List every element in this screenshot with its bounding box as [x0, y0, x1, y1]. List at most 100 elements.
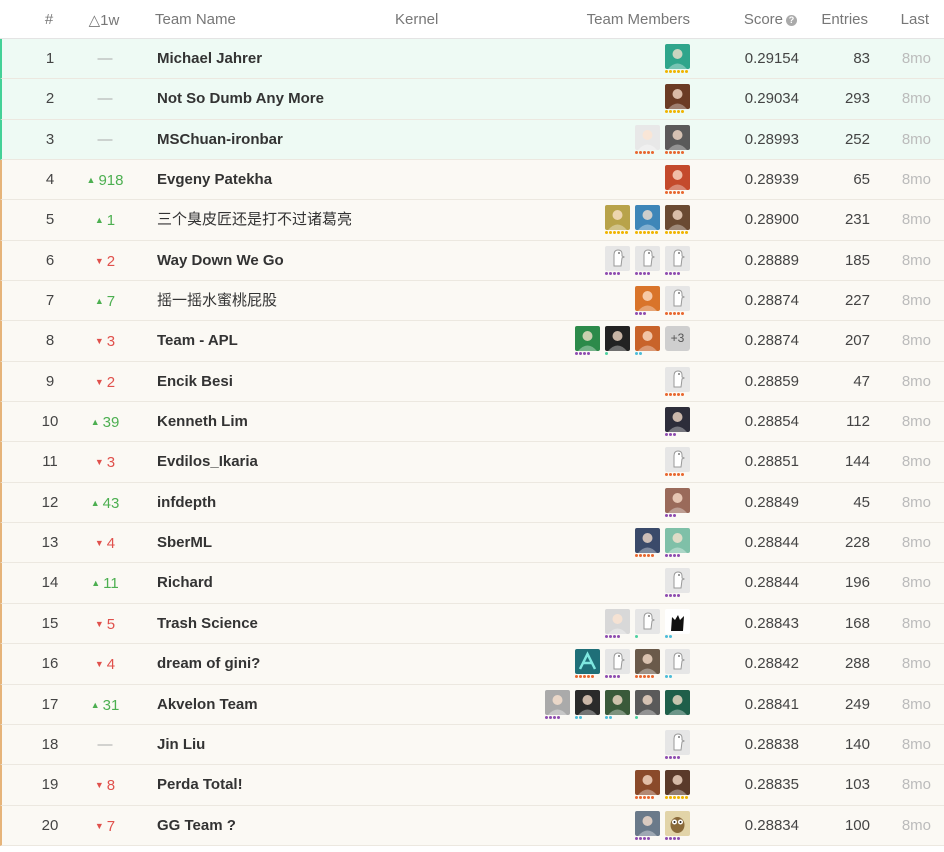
- table-row[interactable]: 19 ▼ 8 Perda Total! 0.28835 103 8mo: [0, 765, 944, 806]
- cartoon-avatar-icon[interactable]: [635, 124, 660, 150]
- photo-avatar-icon[interactable]: [665, 770, 690, 796]
- team-name-link[interactable]: Perda Total!: [157, 765, 243, 805]
- husky-avatar-icon[interactable]: [665, 124, 690, 150]
- team-member[interactable]: [605, 649, 630, 679]
- table-row[interactable]: 13 ▼ 4 SberML 0.28844 228 8mo: [0, 523, 944, 564]
- team-member[interactable]: [665, 649, 690, 679]
- team-name-link[interactable]: Kenneth Lim: [157, 402, 248, 442]
- team-member[interactable]: [665, 447, 690, 477]
- entries-column-header[interactable]: Entries: [800, 11, 868, 28]
- team-name-link[interactable]: dream of gini?: [157, 644, 260, 684]
- team-member[interactable]: [605, 245, 630, 276]
- photo-avatar-icon[interactable]: [665, 528, 690, 554]
- table-row[interactable]: 4 ▲ 918 Evgeny Patekha 0.28939 65 8mo: [0, 160, 944, 201]
- photo-avatar-icon[interactable]: [665, 407, 690, 433]
- default-goose-avatar-icon[interactable]: [665, 729, 690, 755]
- table-row[interactable]: 5 ▲ 1 三个臭皮匠还是打不过诸葛亮 0.28900 231 8mo: [0, 200, 944, 241]
- team-name-link[interactable]: MSChuan-ironbar: [157, 120, 283, 160]
- team-member[interactable]: [635, 326, 660, 356]
- team-member[interactable]: [665, 245, 690, 276]
- table-row[interactable]: 14 ▲ 11 Richard 0.28844 196 8mo: [0, 563, 944, 604]
- table-row[interactable]: 6 ▼ 2 Way Down We Go 0.28889 185 8mo: [0, 240, 944, 282]
- team-name-link[interactable]: Jin Liu: [157, 725, 205, 765]
- photo-avatar-icon[interactable]: [635, 205, 660, 231]
- team-member[interactable]: [605, 689, 630, 720]
- photo-avatar-icon[interactable]: [605, 608, 630, 634]
- team-member[interactable]: [665, 44, 690, 74]
- teal-avatar-icon[interactable]: [665, 44, 690, 69]
- team-name-link[interactable]: Encik Besi: [157, 362, 233, 402]
- photo-avatar-icon[interactable]: [665, 205, 690, 231]
- table-row[interactable]: 20 ▼ 7 GG Team ? 0.28834 100 8mo: [0, 805, 944, 846]
- team-member[interactable]: [605, 205, 630, 235]
- team-member[interactable]: [635, 124, 660, 155]
- owl-avatar-icon[interactable]: [665, 810, 690, 836]
- logo-avatar-icon[interactable]: [575, 649, 600, 675]
- team-name-link[interactable]: Not So Dumb Any More: [157, 79, 324, 119]
- team-member[interactable]: [545, 689, 570, 720]
- team-member[interactable]: [635, 608, 660, 639]
- default-goose-avatar-icon[interactable]: [605, 649, 630, 675]
- team-name-link[interactable]: Evgeny Patekha: [157, 160, 272, 200]
- team-member[interactable]: [635, 689, 660, 720]
- table-row[interactable]: 17 ▲ 31 Akvelon Team 0.28841 249 8mo: [0, 684, 944, 725]
- delta-column-header[interactable]: △1w: [72, 11, 136, 29]
- photo-avatar-icon[interactable]: [635, 649, 660, 675]
- photo-avatar-icon[interactable]: [635, 810, 660, 836]
- photo-avatar-icon[interactable]: [665, 84, 690, 110]
- table-row[interactable]: 9 ▼ 2 Encik Besi 0.28859 47 8mo: [0, 361, 944, 403]
- default-goose-avatar-icon[interactable]: [635, 608, 660, 634]
- team-member[interactable]: [665, 568, 690, 598]
- team-member[interactable]: [665, 84, 690, 114]
- team-name-link[interactable]: Evdilos_Ikaria: [157, 442, 258, 482]
- team-member[interactable]: [665, 810, 690, 841]
- team-member[interactable]: [665, 770, 690, 800]
- black-cat-avatar-icon[interactable]: [665, 608, 690, 634]
- photo-avatar-icon[interactable]: [665, 689, 690, 715]
- table-row[interactable]: 1— Michael Jahrer 0.29154 83 8mo: [0, 39, 944, 80]
- team-member[interactable]: [635, 286, 660, 316]
- team-name-link[interactable]: Way Down We Go: [157, 241, 284, 281]
- photo-avatar-icon[interactable]: [665, 487, 690, 513]
- default-goose-avatar-icon[interactable]: [665, 649, 690, 675]
- team-member[interactable]: [635, 245, 660, 276]
- table-row[interactable]: 12 ▲ 43 infdepth 0.28849 45 8mo: [0, 482, 944, 524]
- default-goose-avatar-icon[interactable]: [605, 245, 630, 271]
- photo-avatar-icon[interactable]: [635, 689, 660, 715]
- photo-avatar-icon[interactable]: [635, 770, 660, 796]
- team-member[interactable]: [665, 366, 690, 397]
- team-member[interactable]: [575, 689, 600, 720]
- photo-avatar-icon[interactable]: [635, 286, 660, 312]
- default-goose-avatar-icon[interactable]: [665, 447, 690, 473]
- table-row[interactable]: 18— Jin Liu 0.28838 140 8mo: [0, 724, 944, 766]
- team-member[interactable]: [635, 528, 660, 558]
- table-row[interactable]: 3— MSChuan-ironbar 0.28993 252 8mo: [0, 119, 944, 161]
- team-name-column-header[interactable]: Team Name: [155, 11, 236, 28]
- photo-avatar-icon[interactable]: [635, 528, 660, 554]
- table-row[interactable]: 10 ▲ 39 Kenneth Lim 0.28854 112 8mo: [0, 402, 944, 443]
- team-member[interactable]: [635, 810, 660, 841]
- team-member[interactable]: [665, 528, 690, 558]
- photo-avatar-icon[interactable]: [545, 689, 570, 715]
- team-member[interactable]: [605, 326, 630, 356]
- photo-avatar-icon[interactable]: [575, 689, 600, 715]
- score-column-header[interactable]: Score?: [725, 11, 797, 28]
- team-member[interactable]: [635, 649, 660, 679]
- table-row[interactable]: 8 ▼ 3 Team - APL +3 0.28874 207 8mo: [0, 321, 944, 362]
- table-row[interactable]: 7 ▲ 7 摇一摇水蜜桃屁股 0.28874 227 8mo: [0, 281, 944, 322]
- photo-avatar-icon[interactable]: [665, 165, 690, 191]
- table-row[interactable]: 2— Not So Dumb Any More 0.29034 293 8mo: [0, 79, 944, 120]
- team-name-link[interactable]: Trash Science: [157, 604, 258, 644]
- photo-avatar-icon[interactable]: [605, 326, 630, 352]
- photo-avatar-icon[interactable]: [635, 326, 660, 352]
- team-member[interactable]: [635, 205, 660, 235]
- team-member[interactable]: [575, 326, 600, 356]
- last-column-header[interactable]: Last: [880, 11, 929, 28]
- team-name-link[interactable]: Team - APL: [157, 321, 238, 361]
- team-member[interactable]: [665, 689, 690, 720]
- team-member[interactable]: [665, 608, 690, 639]
- team-member[interactable]: [665, 165, 690, 195]
- team-member[interactable]: [635, 770, 660, 800]
- table-row[interactable]: 11 ▼ 3 Evdilos_Ikaria 0.28851 144 8mo: [0, 442, 944, 483]
- default-goose-avatar-icon[interactable]: [665, 366, 690, 392]
